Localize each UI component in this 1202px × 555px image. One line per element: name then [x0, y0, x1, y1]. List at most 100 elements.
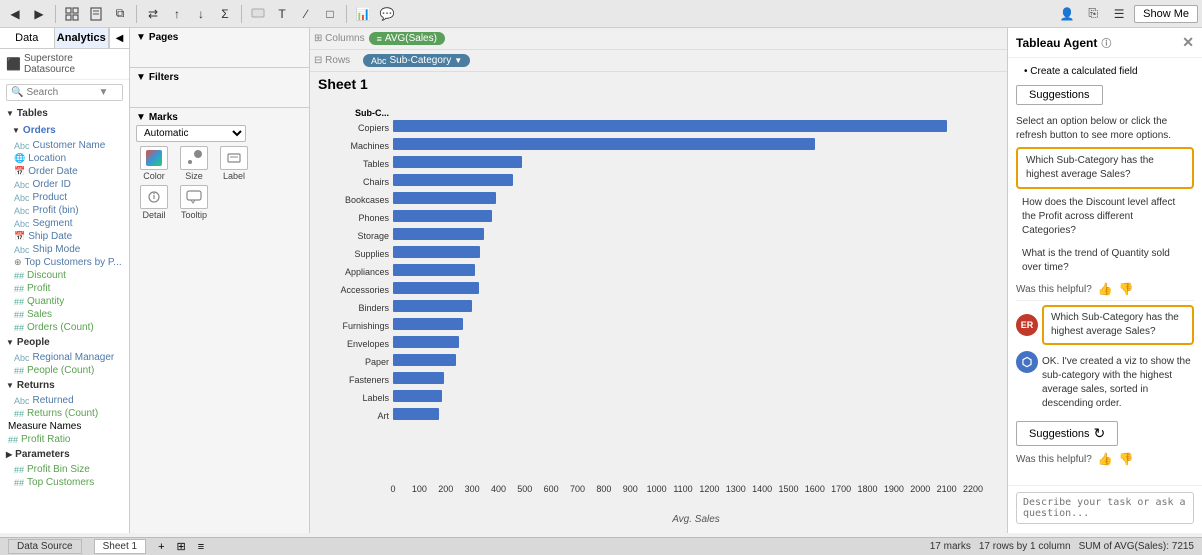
- field-order-id[interactable]: Abc Order ID: [0, 178, 129, 191]
- marks-detail-btn[interactable]: Detail: [136, 185, 172, 220]
- agent-input[interactable]: [1016, 492, 1194, 524]
- bar[interactable]: [393, 282, 479, 294]
- returns-section-header[interactable]: ▼ Returns: [0, 377, 129, 394]
- bar[interactable]: [393, 246, 480, 258]
- menu-btn[interactable]: ☰: [1108, 3, 1130, 25]
- suggestion-2[interactable]: How does the Discount level affect the P…: [1016, 193, 1194, 241]
- bar[interactable]: [393, 336, 459, 348]
- text-btn[interactable]: T: [271, 3, 293, 25]
- filters-section: ▼ Filters: [130, 68, 309, 108]
- data-source-tab[interactable]: Data Source: [8, 539, 82, 554]
- field-returns-count[interactable]: ## Returns (Count): [0, 407, 129, 420]
- field-measure-names[interactable]: Measure Names: [0, 420, 129, 433]
- sum-btn[interactable]: Σ: [214, 3, 236, 25]
- bar[interactable]: [393, 390, 442, 402]
- x-label: 900: [623, 484, 638, 494]
- suggestion-3[interactable]: What is the trend of Quantity sold over …: [1016, 244, 1194, 278]
- search-box[interactable]: 🔍 ▼: [6, 84, 123, 101]
- search-input[interactable]: [26, 87, 96, 98]
- suggestions-button-2[interactable]: Suggestions ↻: [1016, 421, 1118, 446]
- bar[interactable]: [393, 318, 463, 330]
- highlight-btn[interactable]: [247, 3, 269, 25]
- field-profit-ratio[interactable]: ## Profit Ratio: [0, 433, 129, 446]
- bar[interactable]: [393, 372, 444, 384]
- people-section-header[interactable]: ▼ People: [0, 334, 129, 351]
- new-sheet-btn[interactable]: +: [158, 541, 164, 553]
- field-product[interactable]: Abc Product: [0, 191, 129, 204]
- field-quantity[interactable]: ## Quantity: [0, 295, 129, 308]
- line-btn[interactable]: ∕: [295, 3, 317, 25]
- sheet1-tab[interactable]: Sheet 1: [94, 539, 146, 554]
- field-people-count[interactable]: ## People (Count): [0, 364, 129, 377]
- sidebar-collapse-btn[interactable]: ◀: [109, 28, 129, 48]
- list-view-btn[interactable]: ≡: [198, 541, 204, 553]
- back-btn[interactable]: ◀: [4, 3, 26, 25]
- tooltip-btn[interactable]: 💬: [376, 3, 398, 25]
- field-top-customers-param[interactable]: ## Top Customers: [0, 476, 129, 489]
- field-top-customers[interactable]: ⊕ Top Customers by P...: [0, 256, 129, 269]
- grid-view-btn[interactable]: ⊞: [177, 540, 186, 553]
- swap-btn[interactable]: ⇄: [142, 3, 164, 25]
- field-regional-manager[interactable]: Abc Regional Manager: [0, 351, 129, 364]
- field-sales[interactable]: ## Sales: [0, 308, 129, 321]
- field-ship-date[interactable]: 📅 Ship Date: [0, 230, 129, 243]
- area-btn[interactable]: □: [319, 3, 341, 25]
- thumbs-up-icon[interactable]: 👍: [1098, 282, 1113, 296]
- bar[interactable]: [393, 174, 513, 186]
- marks-tooltip-btn[interactable]: Tooltip: [176, 185, 212, 220]
- account-btn[interactable]: 👤: [1056, 3, 1078, 25]
- marks-type-select[interactable]: Automatic Bar Line Area: [136, 125, 246, 142]
- marks-size-btn[interactable]: Size: [176, 146, 212, 181]
- marks-color-btn[interactable]: Color: [136, 146, 172, 181]
- field-order-date[interactable]: 📅 Order Date: [0, 165, 129, 178]
- bar[interactable]: [393, 120, 947, 132]
- agent-close-btn[interactable]: ✕: [1182, 34, 1194, 51]
- forward-btn[interactable]: ▶: [28, 3, 50, 25]
- field-ship-mode[interactable]: Abc Ship Mode: [0, 243, 129, 256]
- bar[interactable]: [393, 156, 522, 168]
- thumbs-up-icon-2[interactable]: 👍: [1098, 452, 1113, 466]
- share-btn[interactable]: ⎘: [1082, 3, 1104, 25]
- bar[interactable]: [393, 210, 492, 222]
- duplicate-btn[interactable]: ⧉: [109, 3, 131, 25]
- tab-data[interactable]: Data: [0, 28, 55, 48]
- sort-asc-btn[interactable]: ↑: [166, 3, 188, 25]
- bar[interactable]: [393, 408, 439, 420]
- field-profit-bin[interactable]: Abc Profit (bin): [0, 204, 129, 217]
- field-profit-bin-size[interactable]: ## Profit Bin Size: [0, 463, 129, 476]
- marks-label-btn[interactable]: Label: [216, 146, 252, 181]
- bar[interactable]: [393, 300, 472, 312]
- chart-btn[interactable]: 📊: [352, 3, 374, 25]
- bar[interactable]: [393, 354, 456, 366]
- bar[interactable]: [393, 264, 475, 276]
- thumbs-down-icon-2[interactable]: 👎: [1119, 452, 1134, 466]
- y-label: Appliances: [318, 264, 393, 280]
- suggestions-button[interactable]: Suggestions: [1016, 85, 1103, 105]
- orders-subsection[interactable]: ▼ Orders: [0, 122, 129, 139]
- rows-pill[interactable]: Abc Sub-Category ▼: [363, 54, 470, 67]
- field-segment[interactable]: Abc Segment: [0, 217, 129, 230]
- pages-title: ▼ Pages: [136, 32, 303, 43]
- field-customer-name[interactable]: Abc Customer Name: [0, 139, 129, 152]
- filters-shelf-row: [136, 85, 303, 103]
- field-orders-count[interactable]: ## Orders (Count): [0, 321, 129, 334]
- columns-pill[interactable]: ≡ AVG(Sales): [369, 32, 445, 45]
- tab-analytics[interactable]: Analytics: [55, 28, 110, 48]
- show-me-button[interactable]: Show Me: [1134, 5, 1198, 23]
- params-section-header[interactable]: ▶ Parameters: [0, 446, 129, 463]
- bar[interactable]: [393, 228, 484, 240]
- tables-section-header[interactable]: ▼ Tables: [0, 105, 129, 122]
- field-profit[interactable]: ## Profit: [0, 282, 129, 295]
- sort-desc-btn[interactable]: ↓: [190, 3, 212, 25]
- new-worksheet-btn[interactable]: [85, 3, 107, 25]
- thumbs-down-icon[interactable]: 👎: [1119, 282, 1134, 296]
- field-location[interactable]: 🌐 Location: [0, 152, 129, 165]
- pages-arrow: ▼: [136, 32, 146, 43]
- field-returned[interactable]: Abc Returned: [0, 394, 129, 407]
- bar[interactable]: [393, 138, 815, 150]
- suggestion-1[interactable]: Which Sub-Category has the highest avera…: [1016, 147, 1194, 189]
- field-discount[interactable]: ## Discount: [0, 269, 129, 282]
- new-datasource-btn[interactable]: [61, 3, 83, 25]
- x-label: 1500: [778, 484, 798, 494]
- bar[interactable]: [393, 192, 496, 204]
